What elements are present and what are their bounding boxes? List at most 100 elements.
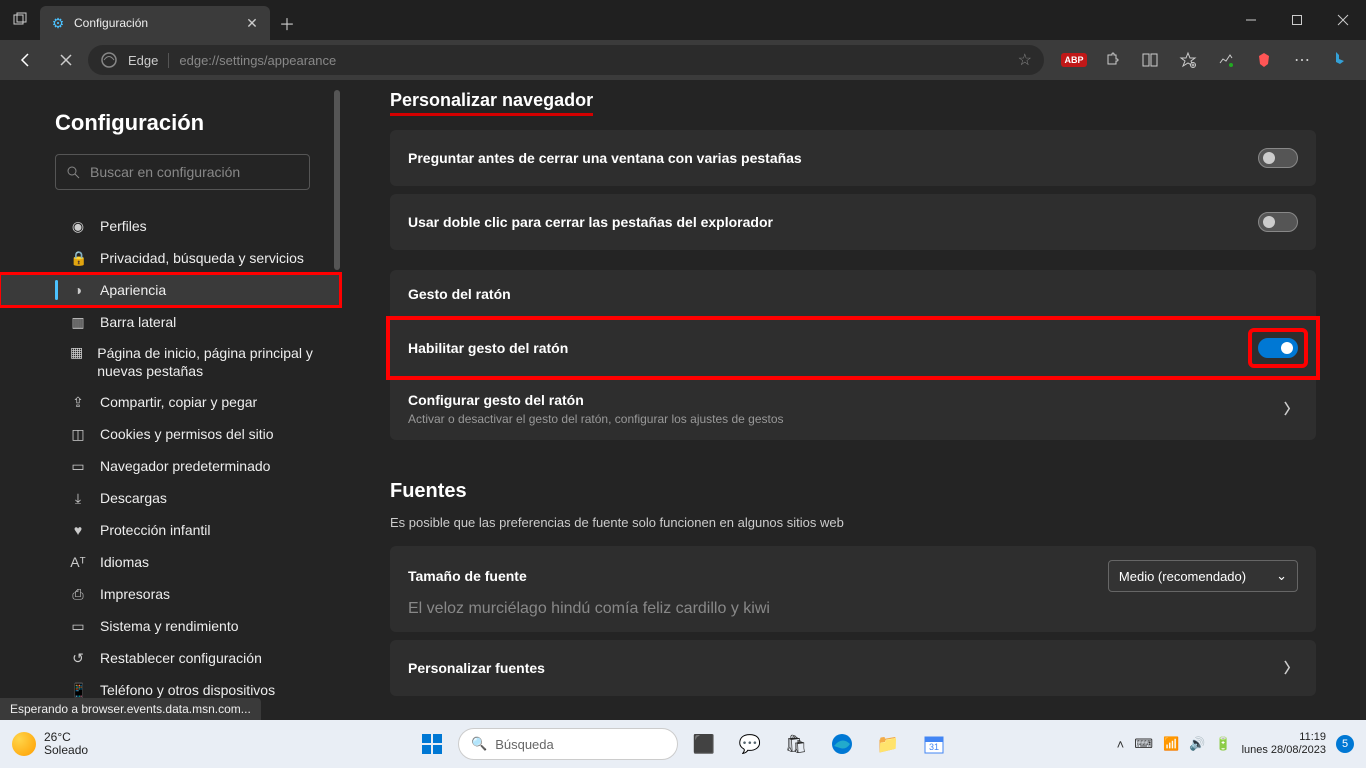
taskbar-weather[interactable]: 26°C Soleado — [12, 731, 88, 757]
sidebar-item-system[interactable]: ▭Sistema y rendimiento — [0, 610, 340, 642]
taskview-icon[interactable]: ⬛ — [684, 724, 724, 764]
address-bar: Edge edge://settings/appearance ☆ ABP ⋯ — [0, 40, 1366, 80]
tab-title: Configuración — [74, 16, 236, 30]
taskbar-search[interactable]: 🔍 Búsqueda — [458, 728, 678, 760]
url-scheme-label: Edge — [128, 53, 169, 68]
window-controls — [1228, 0, 1366, 40]
sidebar-item-startpage[interactable]: ▦Página de inicio, página principal y nu… — [0, 338, 340, 386]
back-button[interactable] — [8, 44, 44, 76]
sidebar-item-downloads[interactable]: ⤓Descargas — [0, 482, 340, 514]
performance-button[interactable] — [1208, 44, 1244, 76]
status-bar: Esperando a browser.events.data.msn.com.… — [0, 698, 261, 720]
taskbar-clock[interactable]: 11:19 lunes 28/08/2023 — [1242, 731, 1326, 757]
sidebar-item-default-browser[interactable]: ▭Navegador predeterminado — [0, 450, 340, 482]
sidebar-item-appearance[interactable]: ◑Apariencia — [0, 274, 340, 306]
phone-icon: 📱 — [70, 682, 86, 699]
keyboard-icon[interactable]: ⌨ — [1134, 736, 1153, 752]
toggle-enable-mouse-gesture[interactable] — [1258, 338, 1298, 358]
toggle-doubleclick-close[interactable] — [1258, 212, 1298, 232]
row-enable-mouse-gesture[interactable]: Habilitar gesto del ratón — [390, 320, 1316, 376]
start-button[interactable] — [412, 724, 452, 764]
group-mouse-gesture-header: Gesto del ratón — [390, 270, 1316, 318]
stop-button[interactable] — [48, 44, 84, 76]
tab-actions-button[interactable] — [0, 0, 40, 40]
battery-icon[interactable]: 🔋 — [1215, 736, 1231, 752]
row-ask-before-close[interactable]: Preguntar antes de cerrar una ventana co… — [390, 130, 1316, 186]
store-icon[interactable]: 🛍 — [776, 724, 816, 764]
close-tab-icon[interactable]: ✕ — [244, 15, 260, 31]
sidebar-item-sidebar[interactable]: ▥Barra lateral — [0, 306, 340, 338]
maximize-button[interactable] — [1274, 0, 1320, 40]
settings-sidebar: Configuración Buscar en configuración ◉P… — [0, 80, 340, 720]
taskbar-right: ˄ ⌨ 📶 🔊 🔋 11:19 lunes 28/08/2023 5 — [1117, 731, 1354, 757]
sidebar-item-cookies[interactable]: ◫Cookies y permisos del sitio — [0, 418, 340, 450]
notification-badge[interactable]: 5 — [1336, 735, 1354, 753]
row-configure-mouse-gesture[interactable]: Configurar gesto del ratón Activar o des… — [390, 378, 1316, 440]
main-area: Configuración Buscar en configuración ◉P… — [0, 80, 1366, 720]
calendar-icon[interactable]: 31 — [914, 724, 954, 764]
chevron-up-icon[interactable]: ˄ — [1117, 737, 1125, 752]
windows-logo-icon — [422, 734, 442, 754]
titlebar-left: ⚙ Configuración ✕ ＋ — [0, 0, 304, 40]
reset-icon: ↺ — [70, 650, 86, 667]
font-sample-text: El veloz murciélago hindú comía feliz ca… — [408, 600, 1298, 618]
sun-icon — [12, 732, 36, 756]
split-screen-button[interactable] — [1132, 44, 1168, 76]
minimize-button[interactable] — [1228, 0, 1274, 40]
row-font-size: Tamaño de fuente Medio (recomendado) ⌄ E… — [390, 546, 1316, 632]
sidebar-item-privacy[interactable]: 🔒Privacidad, búsqueda y servicios — [0, 242, 340, 274]
brave-extension-icon[interactable] — [1246, 44, 1282, 76]
sidebar-item-printers[interactable]: ⎙Impresoras — [0, 578, 340, 610]
browser-icon: ▭ — [70, 458, 86, 475]
browser-tab[interactable]: ⚙ Configuración ✕ — [40, 6, 270, 40]
extensions-button[interactable] — [1094, 44, 1130, 76]
svg-text:31: 31 — [929, 742, 939, 752]
abp-extension-button[interactable]: ABP — [1056, 44, 1092, 76]
url-text: edge://settings/appearance — [179, 53, 1007, 68]
explorer-icon[interactable]: 📁 — [868, 724, 908, 764]
printer-icon: ⎙ — [70, 586, 86, 603]
appearance-icon: ◑ — [70, 282, 86, 298]
volume-icon[interactable]: 🔊 — [1189, 736, 1205, 752]
row-doubleclick-close[interactable]: Usar doble clic para cerrar las pestañas… — [390, 194, 1316, 250]
toggle-ask-before-close[interactable] — [1258, 148, 1298, 168]
search-placeholder: Buscar en configuración — [90, 164, 240, 180]
search-icon: 🔍 — [471, 736, 487, 752]
sidebar-item-reset[interactable]: ↺Restablecer configuración — [0, 642, 340, 674]
section-customize-browser-title: Personalizar navegador — [390, 90, 593, 116]
sidebar-item-share[interactable]: ⇪Compartir, copiar y pegar — [0, 386, 340, 418]
cookies-icon: ◫ — [70, 426, 86, 443]
wifi-icon[interactable]: 📶 — [1163, 736, 1179, 752]
chevron-right-icon: 〉 — [1284, 658, 1298, 678]
search-icon — [66, 165, 80, 179]
section-fonts-title: Fuentes — [390, 480, 1316, 503]
profile-icon: ◉ — [70, 218, 86, 235]
windows-taskbar: 26°C Soleado 🔍 Búsqueda ⬛ 💬 🛍 📁 31 ˄ ⌨ 📶… — [0, 720, 1366, 768]
settings-nav-list: ◉Perfiles 🔒Privacidad, búsqueda y servic… — [0, 210, 340, 706]
language-icon: Aᵀ — [70, 554, 86, 570]
row-customize-fonts[interactable]: Personalizar fuentes 〉 — [390, 640, 1316, 696]
new-tab-button[interactable]: ＋ — [270, 6, 304, 40]
bing-chat-button[interactable] — [1322, 44, 1358, 76]
toggle-highlight-box — [1252, 332, 1304, 364]
edge-icon — [100, 51, 118, 69]
settings-search-input[interactable]: Buscar en configuración — [55, 154, 310, 190]
dropdown-font-size[interactable]: Medio (recomendado) ⌄ — [1108, 560, 1298, 592]
url-box[interactable]: Edge edge://settings/appearance ☆ — [88, 45, 1044, 75]
sidebar-item-family[interactable]: ♥Protección infantil — [0, 514, 340, 546]
chevron-down-icon: ⌄ — [1276, 568, 1287, 584]
sidebar-item-languages[interactable]: AᵀIdiomas — [0, 546, 340, 578]
sidebar-item-profiles[interactable]: ◉Perfiles — [0, 210, 340, 242]
close-window-button[interactable] — [1320, 0, 1366, 40]
system-tray[interactable]: ˄ ⌨ 📶 🔊 🔋 — [1117, 736, 1232, 752]
settings-content: Personalizar navegador Preguntar antes d… — [340, 80, 1366, 720]
section-fonts-subtitle: Es posible que las preferencias de fuent… — [390, 515, 1316, 530]
chevron-right-icon: 〉 — [1284, 399, 1298, 419]
chat-icon[interactable]: 💬 — [730, 724, 770, 764]
favorite-icon[interactable]: ☆ — [1018, 50, 1032, 70]
share-icon: ⇪ — [70, 394, 86, 411]
favorites-button[interactable] — [1170, 44, 1206, 76]
taskbar-center: 🔍 Búsqueda ⬛ 💬 🛍 📁 31 — [412, 724, 954, 764]
edge-taskbar-icon[interactable] — [822, 724, 862, 764]
menu-button[interactable]: ⋯ — [1284, 44, 1320, 76]
